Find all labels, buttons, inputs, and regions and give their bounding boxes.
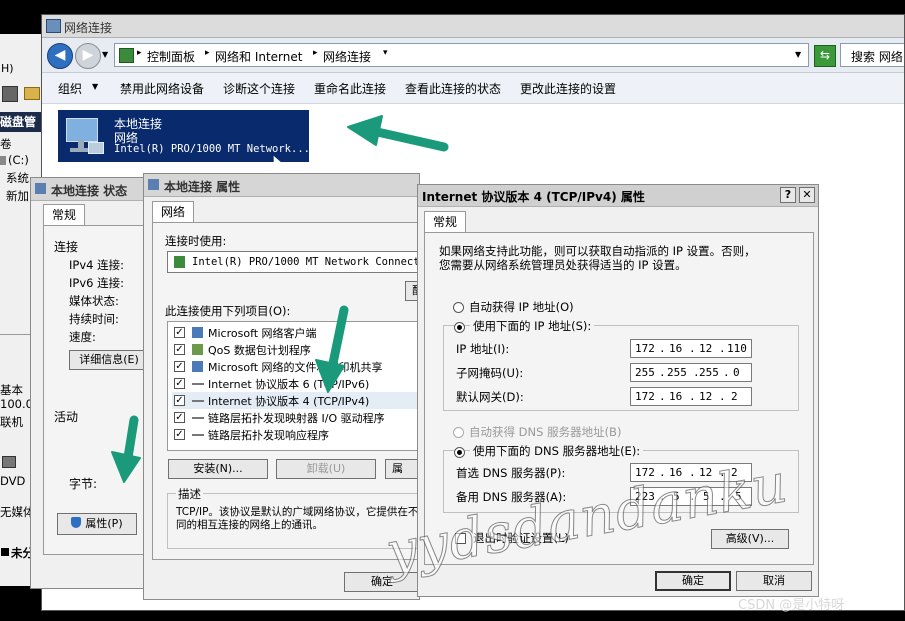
arrow-to-connection-head <box>347 115 383 146</box>
arrow-to-bytes-head <box>111 451 141 483</box>
arrow-to-ipv4-item-head <box>315 359 345 393</box>
csdn-label: CSDN @是小特呀 <box>738 598 845 613</box>
